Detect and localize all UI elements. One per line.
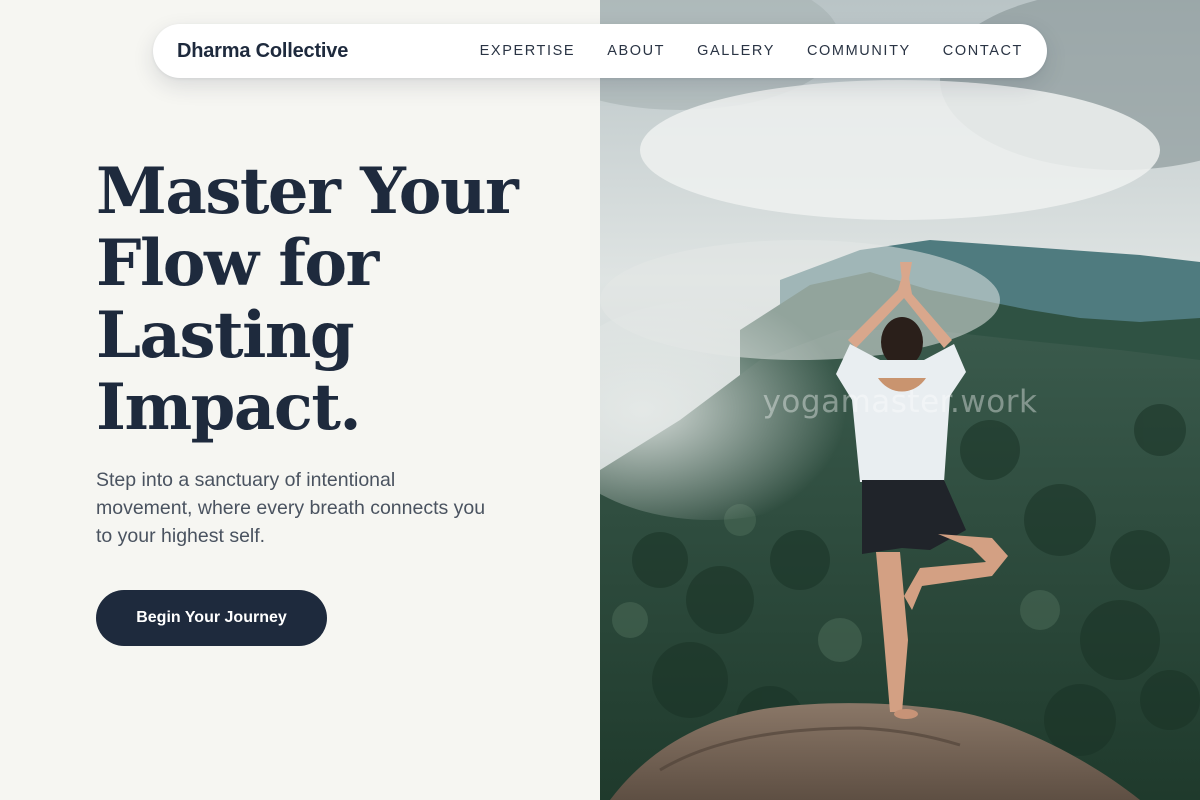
nav-link-expertise[interactable]: EXPERTISE <box>480 43 576 59</box>
nav-link-gallery[interactable]: GALLERY <box>697 43 775 59</box>
headline-line: Lasting <box>96 298 355 373</box>
hero-section: Master Your Flow for Lasting Impact. Ste… <box>96 156 566 550</box>
nav-link-community[interactable]: COMMUNITY <box>807 43 911 59</box>
begin-journey-button[interactable]: Begin Your Journey <box>96 590 327 646</box>
photo-watermark: yogamaster.work <box>762 384 1038 420</box>
hero-subtext: Step into a sanctuary of intentional mov… <box>96 469 486 547</box>
headline-line: Master Your <box>96 154 519 229</box>
headline-line: Impact. <box>96 370 362 445</box>
nav-links: EXPERTISE ABOUT GALLERY COMMUNITY CONTAC… <box>480 43 1023 59</box>
hero-headline: Master Your Flow for Lasting Impact. <box>96 156 566 444</box>
nav-link-about[interactable]: ABOUT <box>607 43 665 59</box>
brand-logo-text[interactable]: Dharma Collective <box>177 40 348 63</box>
nav-link-contact[interactable]: CONTACT <box>943 43 1023 59</box>
top-navigation: Dharma Collective EXPERTISE ABOUT GALLER… <box>153 24 1047 78</box>
headline-line: Flow for <box>96 226 379 301</box>
hero-photo: yogamaster.work <box>600 0 1200 800</box>
